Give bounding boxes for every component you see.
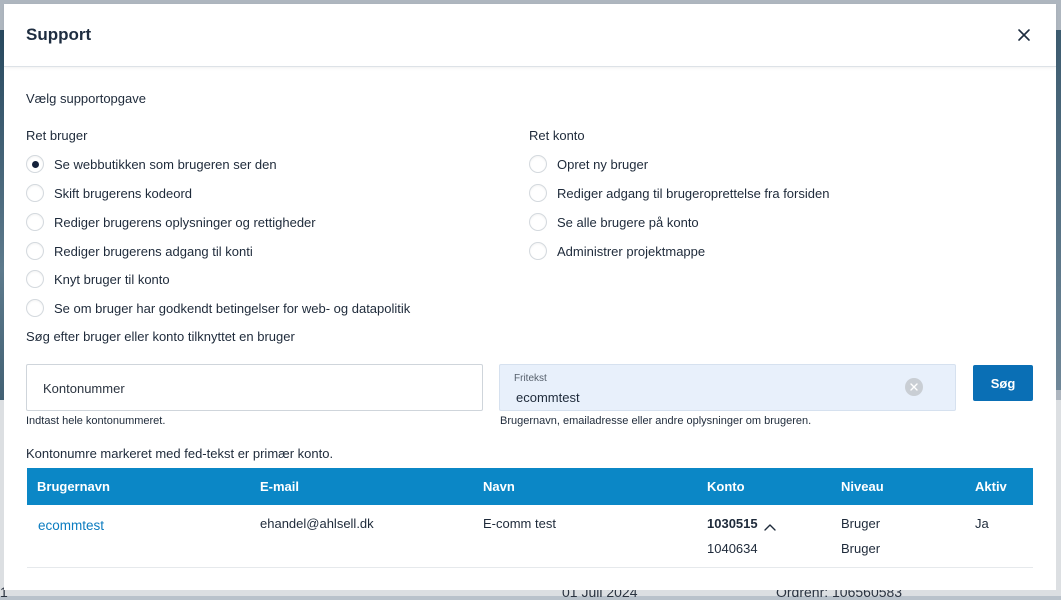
- column-header-level[interactable]: Niveau: [841, 479, 884, 494]
- radio-label: Knyt bruger til konto: [54, 271, 170, 287]
- free-text-input[interactable]: [514, 389, 898, 406]
- radio-label: Administrer projektmappe: [557, 243, 706, 259]
- primary-account-note: Kontonumre markeret med fed-tekst er pri…: [26, 446, 334, 461]
- radio-label: Rediger adgang til brugeroprettelse fra …: [557, 185, 830, 201]
- free-text-helper: Brugernavn, emailadresse eller andre opl…: [500, 415, 812, 427]
- radio-option-edit-signup-access[interactable]: Rediger adgang til brugeroprettelse fra …: [529, 182, 829, 204]
- secondary-account-number: 1040634: [707, 541, 758, 556]
- radio-button[interactable]: [26, 242, 44, 260]
- primary-account-number: 1030515: [707, 516, 776, 531]
- account-number-text: 1030515: [707, 516, 758, 531]
- clear-input-button[interactable]: [905, 378, 923, 396]
- radio-label: Se webbutikken som brugeren ser den: [54, 156, 277, 172]
- radio-button[interactable]: [26, 299, 44, 317]
- active-cell: Ja: [975, 516, 989, 531]
- name-cell: E-comm test: [483, 516, 556, 531]
- radio-button[interactable]: [26, 213, 44, 231]
- column-header-username[interactable]: Brugernavn: [37, 479, 110, 494]
- search-button[interactable]: Søg: [973, 365, 1033, 401]
- radio-option-edit-account-access[interactable]: Rediger brugerens adgang til konti: [26, 240, 253, 262]
- radio-button[interactable]: [529, 242, 547, 260]
- account-number-input[interactable]: [41, 380, 465, 397]
- level-cell-primary: Bruger: [841, 516, 881, 531]
- column-header-name[interactable]: Navn: [483, 479, 515, 494]
- modal-title: Support: [26, 25, 92, 44]
- radio-option-link-user-account[interactable]: Knyt bruger til konto: [26, 268, 170, 290]
- free-text-label: Fritekst: [514, 373, 547, 384]
- clear-icon: [910, 383, 918, 391]
- user-column-title: Ret bruger: [26, 128, 88, 143]
- radio-option-view-shop[interactable]: Se webbutikken som brugeren ser den: [26, 153, 277, 175]
- radio-label: Skift brugerens kodeord: [54, 185, 193, 201]
- search-heading: Søg efter bruger eller konto tilknyttet …: [26, 329, 295, 344]
- radio-label: Rediger brugerens adgang til konti: [54, 243, 253, 259]
- email-cell: ehandel@ahlsell.dk: [260, 516, 374, 531]
- radio-option-terms-accepted[interactable]: Se om bruger har godkendt betingelser fo…: [26, 297, 410, 319]
- close-button[interactable]: [1014, 25, 1034, 45]
- chevron-up-icon[interactable]: [763, 520, 776, 531]
- free-text-field-wrapper: Fritekst: [499, 364, 956, 411]
- radio-button[interactable]: [26, 270, 44, 288]
- column-header-account[interactable]: Konto: [707, 479, 745, 494]
- radio-option-project-folder[interactable]: Administrer projektmappe: [529, 240, 705, 262]
- close-icon: [1018, 29, 1030, 41]
- radio-button[interactable]: [26, 155, 44, 173]
- account-number-helper: Indtast hele kontonummeret.: [26, 415, 166, 427]
- task-heading: Vælg supportopgave: [26, 91, 146, 106]
- level-cell-secondary: Bruger: [841, 541, 881, 556]
- radio-button[interactable]: [529, 213, 547, 231]
- radio-label: Opret ny bruger: [557, 156, 649, 172]
- modal-header: Support: [4, 4, 1056, 67]
- results-table: Brugernavn E-mail Navn Konto Niveau Akti…: [27, 468, 1033, 568]
- radio-button[interactable]: [529, 184, 547, 202]
- table-row: ecommtest ehandel@ahlsell.dk E-comm test…: [27, 505, 1033, 568]
- radio-option-edit-user-info[interactable]: Rediger brugerens oplysninger og rettigh…: [26, 211, 316, 233]
- radio-button[interactable]: [26, 184, 44, 202]
- radio-label: Rediger brugerens oplysninger og rettigh…: [54, 214, 316, 230]
- radio-option-change-password[interactable]: Skift brugerens kodeord: [26, 182, 192, 204]
- radio-label: Se alle brugere på konto: [557, 214, 699, 230]
- support-modal: Support Vælg supportopgave Ret bruger Re…: [4, 4, 1056, 590]
- radio-button[interactable]: [529, 155, 547, 173]
- column-header-active[interactable]: Aktiv: [975, 479, 1007, 494]
- username-link[interactable]: ecommtest: [38, 518, 104, 533]
- account-number-field-wrapper: [26, 364, 483, 411]
- radio-option-all-users[interactable]: Se alle brugere på konto: [529, 211, 699, 233]
- radio-label: Se om bruger har godkendt betingelser fo…: [54, 300, 411, 316]
- table-header: Brugernavn E-mail Navn Konto Niveau Akti…: [27, 468, 1033, 505]
- account-column-title: Ret konto: [529, 128, 585, 143]
- column-header-email[interactable]: E-mail: [260, 479, 299, 494]
- radio-option-create-user[interactable]: Opret ny bruger: [529, 153, 648, 175]
